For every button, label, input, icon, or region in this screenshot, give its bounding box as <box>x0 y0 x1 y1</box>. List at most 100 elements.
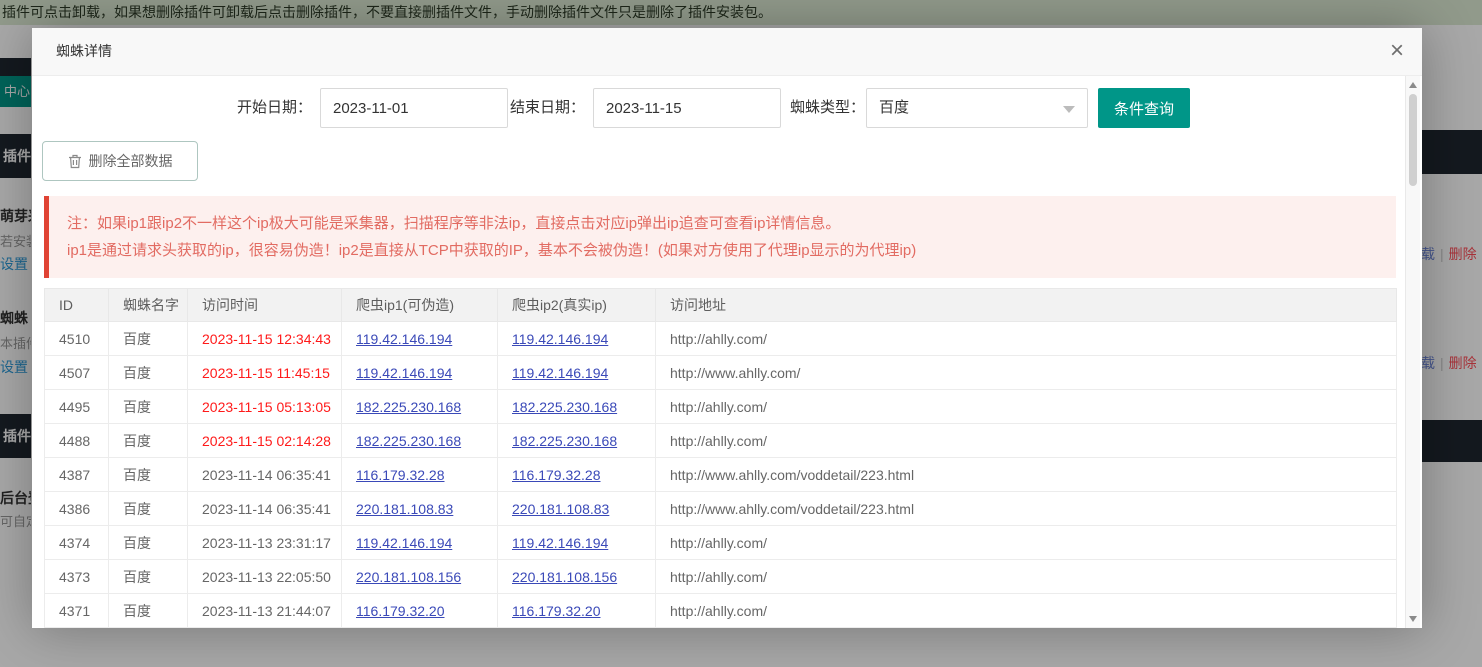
ip2-link[interactable]: 182.225.230.168 <box>512 433 617 449</box>
spider-name: 百度 <box>109 424 188 458</box>
spider-name: 百度 <box>109 492 188 526</box>
table-row: 4488百度2023-11-15 02:14:28 182.225.230.168… <box>45 424 1397 458</box>
ip1-link-cell: 119.42.146.194 <box>342 356 498 390</box>
delete-all-data-button[interactable]: 删除全部数据 <box>42 141 198 181</box>
spider-name: 百度 <box>109 594 188 628</box>
scrollbar-thumb[interactable] <box>1409 94 1417 186</box>
row-id: 4373 <box>45 560 109 594</box>
ip1-link[interactable]: 119.42.146.194 <box>356 365 452 381</box>
table-row: 4495百度2023-11-15 05:13:05 182.225.230.168… <box>45 390 1397 424</box>
chevron-down-icon <box>1063 106 1075 113</box>
ip1-link[interactable]: 220.181.108.156 <box>356 569 461 585</box>
visit-url: http://www.ahlly.com/ <box>656 356 1397 390</box>
row-id: 4387 <box>45 458 109 492</box>
ip2-link[interactable]: 220.181.108.83 <box>512 501 609 517</box>
ip1-link[interactable]: 220.181.108.83 <box>356 501 453 517</box>
ip2-link[interactable]: 182.225.230.168 <box>512 399 617 415</box>
ip1-link[interactable]: 119.42.146.194 <box>356 331 452 347</box>
delete-all-data-label: 删除全部数据 <box>89 151 173 171</box>
column-header-3: 爬虫ip1(可伪造) <box>342 289 498 322</box>
spider-type-label: 蜘蛛类型： <box>790 88 865 128</box>
visit-time: 2023-11-14 06:35:41 <box>188 458 342 492</box>
ip1-link-cell: 182.225.230.168 <box>342 390 498 424</box>
visit-time: 2023-11-15 02:14:28 <box>188 424 342 458</box>
spider-name: 百度 <box>109 322 188 356</box>
spider-name: 百度 <box>109 526 188 560</box>
ip1-link[interactable]: 116.179.32.20 <box>356 603 445 619</box>
column-header-2: 访问时间 <box>188 289 342 322</box>
row-id: 4510 <box>45 322 109 356</box>
ip2-link-cell: 116.179.32.28 <box>498 458 656 492</box>
close-icon[interactable]: × <box>1390 37 1404 65</box>
table-row: 4386百度2023-11-14 06:35:41220.181.108.832… <box>45 492 1397 526</box>
ip1-link[interactable]: 116.179.32.28 <box>356 467 445 483</box>
modal-header: 蜘蛛详情 × <box>32 28 1422 76</box>
ip2-link-cell: 182.225.230.168 <box>498 424 656 458</box>
modal-title: 蜘蛛详情 <box>32 28 1422 75</box>
spider-table-head-row: ID蜘蛛名字访问时间爬虫ip1(可伪造)爬虫ip2(真实ip)访问地址 <box>45 289 1397 322</box>
ip-warning-line-2: ip1是通过请求头获取的ip，很容易伪造！ip2是直接从TCP中获取的IP，基本… <box>67 237 1396 264</box>
end-date-input[interactable] <box>593 88 781 128</box>
visit-url: http://ahlly.com/ <box>656 424 1397 458</box>
table-row: 4387百度2023-11-14 06:35:41116.179.32.2811… <box>45 458 1397 492</box>
start-date-label: 开始日期： <box>237 88 312 128</box>
visit-url: http://ahlly.com/ <box>656 322 1397 356</box>
start-date-input[interactable] <box>320 88 508 128</box>
ip2-link[interactable]: 116.179.32.28 <box>512 467 601 483</box>
ip2-link[interactable]: 220.181.108.156 <box>512 569 617 585</box>
spider-table-body: 4510百度2023-11-15 12:34:43119.42.146.1941… <box>45 322 1397 628</box>
visit-url: http://ahlly.com/ <box>656 594 1397 628</box>
modal-scrollbar[interactable] <box>1405 76 1420 628</box>
visit-time: 2023-11-13 22:05:50 <box>188 560 342 594</box>
table-row: 4510百度2023-11-15 12:34:43 119.42.146.194 1… <box>45 322 1397 356</box>
ip1-link-cell: 119.42.146.194 <box>342 322 498 356</box>
ip1-link-cell: 220.181.108.156 <box>342 560 498 594</box>
row-id: 4371 <box>45 594 109 628</box>
ip2-link[interactable]: 119.42.146.194 <box>512 535 608 551</box>
table-row: 4371百度2023-11-13 21:44:07 116.179.32.20 11… <box>45 594 1397 628</box>
ip2-link[interactable]: 119.42.146.194 <box>512 365 608 381</box>
row-id: 4386 <box>45 492 109 526</box>
row-id: 4495 <box>45 390 109 424</box>
modal-body: 开始日期： 结束日期： 蜘蛛类型： 百度 条件查询 删除全部数据 注：如果ip1… <box>32 76 1422 628</box>
visit-time: 2023-11-13 21:44:07 <box>188 594 342 628</box>
row-id: 4488 <box>45 424 109 458</box>
spider-detail-modal: 蜘蛛详情 × 开始日期： 结束日期： 蜘蛛类型： 百度 条件查询 删除全部数据 … <box>32 28 1422 628</box>
ip2-link[interactable]: 116.179.32.20 <box>512 603 601 619</box>
column-header-1: 蜘蛛名字 <box>109 289 188 322</box>
row-id: 4374 <box>45 526 109 560</box>
ip2-link-cell: 116.179.32.20 <box>498 594 656 628</box>
visit-time: 2023-11-15 12:34:43 <box>188 322 342 356</box>
scroll-down-icon[interactable] <box>1409 616 1417 622</box>
spider-type-selected-value: 百度 <box>879 99 909 116</box>
end-date-label: 结束日期： <box>510 88 585 128</box>
ip2-link-cell: 182.225.230.168 <box>498 390 656 424</box>
ip1-link[interactable]: 182.225.230.168 <box>356 399 461 415</box>
visit-url: http://www.ahlly.com/voddetail/223.html <box>656 458 1397 492</box>
ip-warning-line-1: 注：如果ip1跟ip2不一样这个ip极大可能是采集器，扫描程序等非法ip，直接点… <box>67 210 1396 237</box>
ip1-link-cell: 116.179.32.28 <box>342 458 498 492</box>
visit-url: http://www.ahlly.com/voddetail/223.html <box>656 492 1397 526</box>
visit-time: 2023-11-15 05:13:05 <box>188 390 342 424</box>
spider-visit-table: ID蜘蛛名字访问时间爬虫ip1(可伪造)爬虫ip2(真实ip)访问地址 4510… <box>44 288 1397 628</box>
visit-time: 2023-11-15 11:45:15 <box>188 356 342 390</box>
column-header-5: 访问地址 <box>656 289 1397 322</box>
ip2-link-cell: 220.181.108.83 <box>498 492 656 526</box>
spider-name: 百度 <box>109 356 188 390</box>
table-row: 4373百度2023-11-13 22:05:50220.181.108.156… <box>45 560 1397 594</box>
spider-type-select[interactable]: 百度 <box>866 88 1088 128</box>
ip1-link-cell: 119.42.146.194 <box>342 526 498 560</box>
ip2-link[interactable]: 119.42.146.194 <box>512 331 608 347</box>
spider-name: 百度 <box>109 390 188 424</box>
ip1-link-cell: 116.179.32.20 <box>342 594 498 628</box>
ip1-link[interactable]: 182.225.230.168 <box>356 433 461 449</box>
scroll-up-icon[interactable] <box>1409 82 1417 88</box>
ip1-link[interactable]: 119.42.146.194 <box>356 535 452 551</box>
column-header-4: 爬虫ip2(真实ip) <box>498 289 656 322</box>
column-header-0: ID <box>45 289 109 322</box>
visit-url: http://ahlly.com/ <box>656 526 1397 560</box>
ip2-link-cell: 119.42.146.194 <box>498 526 656 560</box>
query-button[interactable]: 条件查询 <box>1098 88 1190 128</box>
trash-icon <box>68 154 82 169</box>
visit-url: http://ahlly.com/ <box>656 390 1397 424</box>
